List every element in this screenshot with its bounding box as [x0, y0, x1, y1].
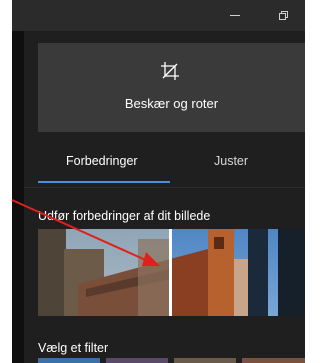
choose-filter-label: Vælg et filter: [38, 341, 109, 355]
crop-icon: [161, 62, 179, 80]
minimize-icon: [230, 15, 240, 16]
panel-left-edge: [12, 31, 24, 363]
title-bar: ✕: [12, 0, 305, 31]
restore-icon: [278, 11, 288, 20]
outer-background: [0, 0, 10, 363]
crop-rotate-label: Beskær og roter: [124, 96, 219, 111]
photos-app-window: ✕ Beskær og roter Forbedringer Juster Ud…: [0, 0, 305, 363]
close-button[interactable]: ✕: [291, 0, 305, 31]
tab-enhancements[interactable]: Forbedringer: [66, 154, 138, 168]
tabs-divider: [24, 187, 305, 188]
crop-rotate-button[interactable]: Beskær og roter: [38, 43, 305, 132]
enhance-photo-label: Udfør forbedringer af dit billede: [38, 209, 211, 223]
edit-tabs: Forbedringer Juster: [38, 145, 305, 185]
minimize-button[interactable]: [212, 0, 258, 31]
enhance-slider-preview[interactable]: [38, 229, 305, 316]
photo-thumbnail: [38, 229, 305, 316]
tab-adjust[interactable]: Juster: [214, 154, 248, 168]
filter-thumbnails[interactable]: [38, 358, 305, 363]
selected-tab-indicator: [38, 181, 170, 183]
